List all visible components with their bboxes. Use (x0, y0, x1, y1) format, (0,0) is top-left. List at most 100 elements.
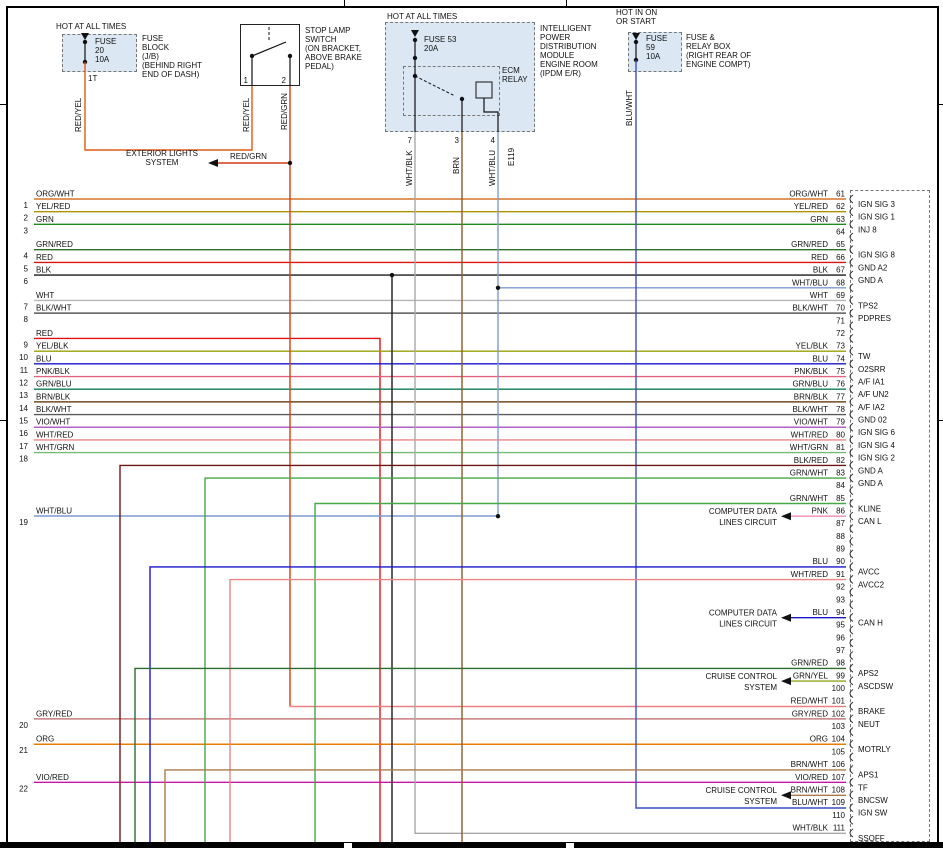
pin-name: CAN H (858, 618, 883, 627)
pin-bracket (850, 626, 853, 634)
row-number: 6 (24, 277, 29, 286)
pin-bracket (850, 525, 853, 533)
pin-number: 64 (836, 228, 845, 237)
row-wire-label: YEL/RED (36, 202, 70, 211)
pin-number: 98 (836, 659, 845, 668)
pin-bracket (850, 334, 853, 342)
wire (415, 132, 846, 833)
ecm-relay-label: ECM RELAY (502, 66, 528, 84)
pin-name: IGN SIG 8 (858, 251, 895, 260)
pin-bracket (850, 309, 853, 317)
pin-wire-label: GRN/WHT (790, 468, 828, 477)
row-number: 1 (24, 201, 29, 210)
pin-number: 68 (836, 278, 845, 287)
pin-number: 77 (836, 392, 845, 401)
pin-bracket (850, 208, 853, 216)
pin-number: 85 (836, 494, 845, 503)
pin-wire-label: VIO/RED (795, 773, 828, 782)
row-wire-label: WHT/GRN (36, 443, 74, 452)
pin-wire-label: GRN/YEL (793, 671, 829, 680)
pin-wire-label: BLU/WHT (792, 798, 828, 807)
pin-wire-label: WHT/RED (791, 570, 829, 579)
pin-number: 88 (836, 532, 845, 541)
row-number: 8 (24, 315, 29, 324)
pin-number: 91 (836, 570, 845, 579)
annotation: SYSTEM (744, 683, 777, 692)
pin-number: 67 (836, 266, 845, 275)
pin-wire-label: GRN/WHT (790, 494, 828, 503)
pin-name: TW (858, 352, 871, 361)
pin-wire-label: BLK/WHT (792, 405, 828, 414)
pin-bracket (850, 753, 853, 761)
pin-number: 92 (836, 583, 845, 592)
pin-bracket (850, 664, 853, 672)
pin-bracket (850, 373, 853, 381)
pin-number: 72 (836, 329, 845, 338)
pin-number: 62 (836, 202, 845, 211)
pin-bracket (850, 436, 853, 444)
pin-number: 90 (836, 557, 845, 566)
pin-number: 76 (836, 380, 845, 389)
pin-number: 110 (832, 811, 845, 820)
pin-name: GND A (858, 466, 884, 475)
pin-wire-label: RED/WHT (791, 697, 828, 706)
pin-name: IGN SIG 4 (858, 441, 895, 450)
pin-number: 83 (836, 468, 845, 477)
pin-name: NEUT (858, 720, 880, 729)
relay-coil (476, 82, 492, 98)
pin-number: 87 (836, 519, 845, 528)
pin-bracket (850, 271, 853, 279)
row-number: 21 (19, 746, 28, 755)
pin-name: A/F IA1 (858, 378, 885, 387)
pin-bracket (850, 398, 853, 406)
hot-at-all-times-label: HOT AT ALL TIMES (56, 22, 126, 31)
pin-number: 93 (836, 595, 845, 604)
fuse-block-label: FUSE BLOCK (J/B) (BEHIND RIGHT END OF DA… (142, 34, 202, 79)
arrow-icon (208, 159, 218, 167)
wire-label: 1T (88, 74, 97, 83)
pin-bracket (850, 411, 853, 419)
pin-number: 73 (836, 342, 845, 351)
pin-number: 80 (836, 430, 845, 439)
pin-number: 63 (836, 215, 845, 224)
pin-bracket (850, 639, 853, 647)
wire-label: E119 (507, 147, 516, 166)
pin-name: GND A (858, 276, 884, 285)
pin-wire-label: PNK/BLK (794, 367, 828, 376)
row-number: 4 (24, 252, 29, 261)
wire-label: 1 (244, 76, 249, 85)
row-wire-label: GRY/RED (36, 709, 73, 718)
pin-bracket (850, 449, 853, 457)
pin-number: 108 (832, 785, 846, 794)
junction-dot (288, 161, 292, 165)
pin-name: BRAKE (858, 707, 885, 716)
pin-number: 94 (836, 608, 845, 617)
row-wire-label: YEL/BLK (36, 342, 69, 351)
row-number: 11 (20, 366, 29, 375)
pin-bracket (850, 195, 853, 203)
pin-bracket (850, 474, 853, 482)
row-wire-label: WHT/RED (36, 430, 74, 439)
pin-wire-label: YEL/BLK (796, 342, 829, 351)
row-wire-label: BLK/WHT (36, 304, 72, 313)
row-number: 19 (19, 518, 28, 527)
row-number: 17 (19, 442, 28, 451)
fuse-59-label: FUSE 59 10A (646, 34, 667, 61)
row-wire-label: BLU (36, 354, 52, 363)
pin-wire-label: BLK/RED (794, 456, 828, 465)
arrow-icon (81, 33, 89, 40)
page-tick (566, 0, 567, 6)
wiring-diagram: 1ORG/WHT2YEL/RED3GRN4GRN/RED5RED6BLK7WHT… (0, 0, 943, 848)
pin-bracket (850, 499, 853, 507)
page-tick (0, 104, 6, 105)
page-notch (344, 843, 352, 848)
pin-wire-label: BLK (813, 266, 829, 275)
pin-number: 96 (836, 633, 845, 642)
pin-name: APS1 (858, 771, 879, 780)
pin-number: 111 (833, 824, 846, 833)
pin-bracket (850, 385, 853, 393)
pin-bracket (850, 322, 853, 330)
pin-name: KLINE (858, 504, 881, 513)
pin-bracket (850, 550, 853, 558)
pin-number: 89 (836, 545, 845, 554)
